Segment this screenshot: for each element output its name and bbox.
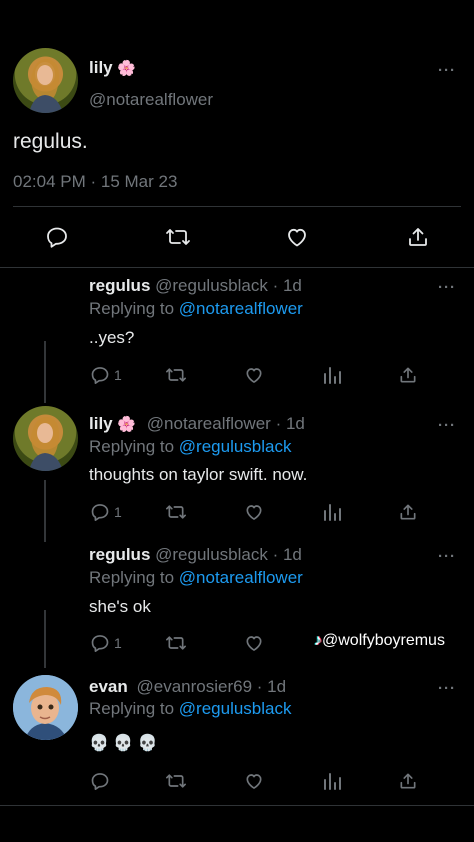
reply-count: 1 bbox=[114, 367, 122, 383]
replying-to: Replying to @notarealflower bbox=[89, 299, 303, 318]
handle[interactable]: @notarealflower bbox=[89, 90, 213, 110]
thread-line bbox=[44, 341, 46, 403]
reply-header: evan @evanrosier69 · 1d bbox=[89, 677, 286, 697]
display-name[interactable]: regulus bbox=[89, 276, 150, 295]
mention-link[interactable]: @regulusblack bbox=[179, 699, 292, 718]
reply-icon[interactable] bbox=[90, 365, 110, 385]
like-icon[interactable] bbox=[244, 502, 264, 522]
reply-count: 1 bbox=[114, 504, 122, 520]
retweet-icon[interactable] bbox=[165, 502, 187, 522]
handle[interactable]: @evanrosier69 bbox=[136, 677, 252, 696]
reply-text: thoughts on taylor swift. now. bbox=[89, 465, 308, 484]
display-name[interactable]: regulus bbox=[89, 545, 150, 564]
more-options-icon[interactable]: ··· bbox=[438, 417, 456, 434]
divider bbox=[0, 267, 474, 268]
display-name[interactable]: lily bbox=[89, 414, 113, 433]
mention-link[interactable]: @regulusblack bbox=[179, 437, 292, 456]
retweet-icon[interactable] bbox=[165, 771, 187, 791]
reply-text: ..yes? bbox=[89, 328, 135, 347]
tweet-text: regulus. bbox=[13, 130, 88, 153]
replying-to: Replying to @regulusblack bbox=[89, 437, 292, 456]
reply-count: 1 bbox=[114, 635, 122, 651]
reply-time: · 1d bbox=[272, 545, 302, 564]
reply-header: regulus @regulusblack · 1d bbox=[89, 276, 302, 296]
tweet-timestamp[interactable]: 02:04 PM · 15 Mar 23 bbox=[13, 172, 177, 192]
avatar-lily[interactable] bbox=[13, 48, 78, 113]
flower-emoji: 🌸 bbox=[117, 60, 137, 77]
replying-to: Replying to @notarealflower bbox=[89, 568, 303, 587]
more-options-icon[interactable]: ··· bbox=[438, 279, 456, 296]
retweet-icon[interactable] bbox=[165, 225, 191, 249]
reply-header: lily 🌸 @notarealflower · 1d bbox=[89, 414, 305, 434]
handle[interactable]: @regulusblack bbox=[155, 545, 268, 564]
share-icon[interactable] bbox=[398, 365, 418, 385]
analytics-icon[interactable] bbox=[322, 771, 342, 791]
tiktok-logo-icon: ♪ bbox=[314, 632, 322, 649]
divider bbox=[0, 805, 474, 806]
thread-line bbox=[44, 480, 46, 542]
more-options-icon[interactable]: ··· bbox=[438, 680, 456, 697]
handle[interactable]: @regulusblack bbox=[155, 276, 268, 295]
avatar-lily[interactable] bbox=[13, 406, 78, 471]
thread-line bbox=[44, 610, 46, 668]
flower-emoji: 🌸 bbox=[117, 416, 137, 433]
retweet-icon[interactable] bbox=[165, 365, 187, 385]
reply-text: 💀 💀 💀 bbox=[89, 735, 158, 752]
analytics-icon[interactable] bbox=[322, 365, 342, 385]
display-name[interactable]: lily bbox=[89, 58, 113, 77]
like-icon[interactable] bbox=[244, 771, 264, 791]
mention-link[interactable]: @notarealflower bbox=[179, 568, 303, 587]
avatar-evan[interactable] bbox=[13, 675, 78, 740]
retweet-icon[interactable] bbox=[165, 633, 187, 653]
mention-link[interactable]: @notarealflower bbox=[179, 299, 303, 318]
like-icon[interactable] bbox=[285, 225, 309, 249]
handle[interactable]: @notarealflower bbox=[147, 414, 271, 433]
analytics-icon[interactable] bbox=[322, 502, 342, 522]
reply-icon[interactable] bbox=[45, 225, 69, 249]
share-icon[interactable] bbox=[398, 771, 418, 791]
share-icon[interactable] bbox=[398, 502, 418, 522]
more-options-icon[interactable]: ··· bbox=[438, 548, 456, 565]
share-icon[interactable] bbox=[406, 225, 430, 249]
reply-icon[interactable] bbox=[90, 502, 110, 522]
reply-icon[interactable] bbox=[90, 633, 110, 653]
reply-header: regulus @regulusblack · 1d bbox=[89, 545, 302, 565]
reply-time: · 1d bbox=[256, 677, 287, 696]
author-name-row: lily 🌸 bbox=[89, 58, 136, 78]
reply-time: · 1d bbox=[272, 276, 302, 295]
reply-icon[interactable] bbox=[90, 771, 110, 791]
like-icon[interactable] bbox=[244, 633, 264, 653]
more-options-icon[interactable]: ··· bbox=[438, 62, 456, 79]
replying-to: Replying to @regulusblack bbox=[89, 699, 292, 718]
tiktok-watermark: ♪@wolfyboyremus bbox=[314, 632, 445, 650]
watermark-username: @wolfyboyremus bbox=[322, 632, 445, 649]
divider bbox=[13, 206, 461, 207]
reply-time: · 1d bbox=[275, 414, 305, 433]
reply-text: she's ok bbox=[89, 597, 151, 616]
like-icon[interactable] bbox=[244, 365, 264, 385]
display-name[interactable]: evan bbox=[89, 677, 128, 696]
